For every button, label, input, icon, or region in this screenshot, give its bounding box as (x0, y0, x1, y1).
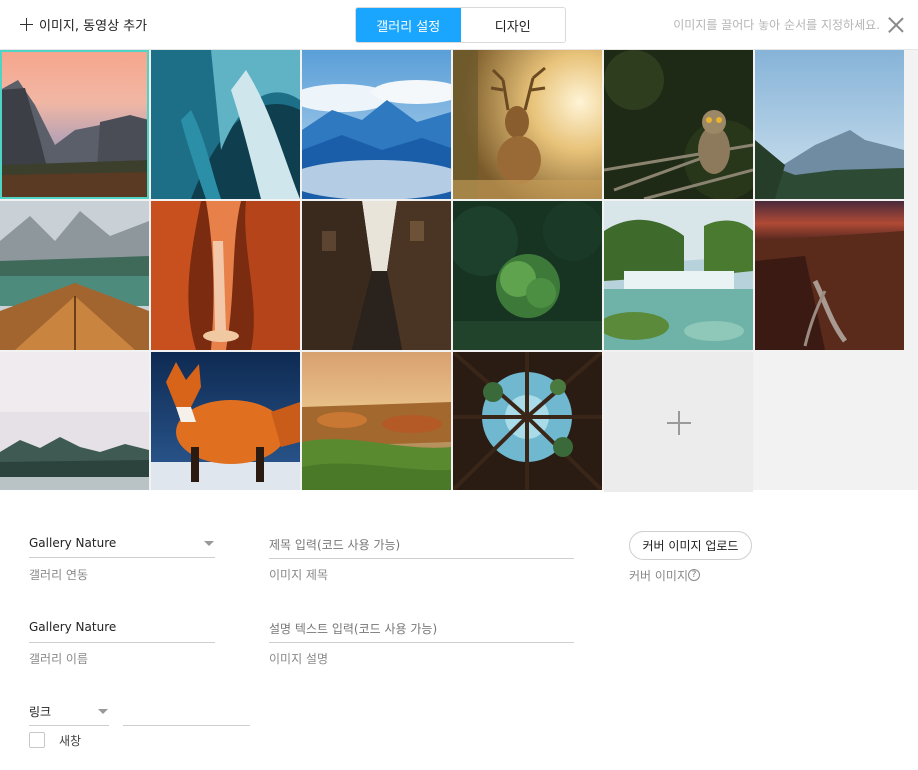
image-title-input[interactable]: 제목 입력(코드 사용 가능) (269, 530, 574, 560)
add-media-label: 이미지, 동영상 추가 (39, 18, 148, 34)
add-media-button[interactable]: 이미지, 동영상 추가 (20, 13, 147, 35)
plus-icon (20, 17, 33, 31)
cover-image-caption: 커버 이미지 (629, 569, 689, 583)
photo-trees-from-below[interactable] (453, 352, 602, 490)
cover-upload-button[interactable]: 커버 이미지 업로드 (629, 531, 752, 560)
gallery-name-field[interactable]: Gallery Nature (29, 614, 215, 644)
photo-red-fox[interactable] (151, 352, 300, 490)
chevron-down-icon (204, 541, 214, 546)
link-type-select[interactable]: 링크 (29, 697, 109, 727)
reorder-hint: 이미지를 끌어다 놓아 순서를 지정하세요. (673, 18, 880, 32)
photo-lake-boat[interactable] (0, 201, 149, 350)
tab-gallery-settings[interactable]: 갤러리 설정 (356, 8, 461, 42)
gallery-name-caption: 갤러리 이름 (29, 652, 89, 666)
photo-waterfall[interactable] (604, 201, 753, 350)
image-description-placeholder: 설명 텍스트 입력(코드 사용 가능) (269, 622, 438, 636)
gallery-link-caption: 갤러리 연동 (29, 568, 89, 582)
close-icon[interactable] (888, 17, 904, 33)
photo-deer-sunlight[interactable] (453, 50, 602, 199)
link-type-value: 링크 (29, 705, 52, 719)
photo-autumn-village[interactable] (302, 352, 451, 490)
gallery-link-value: Gallery Nature (29, 536, 117, 550)
chevron-down-icon (98, 709, 108, 714)
photo-misty-forest[interactable] (0, 352, 149, 490)
view-tabs: 갤러리 설정 디자인 (355, 7, 566, 43)
photo-antelope-canyon[interactable] (151, 201, 300, 350)
photo-green-plant[interactable] (453, 201, 602, 350)
image-grid (0, 50, 918, 492)
plus-icon (667, 411, 691, 435)
photo-yosemite-sunset[interactable] (0, 50, 149, 199)
top-bar: 이미지, 동영상 추가 갤러리 설정 디자인 이미지를 끌어다 놓아 순서를 지… (0, 0, 918, 50)
photo-canyon-dusk[interactable] (755, 201, 904, 350)
help-icon[interactable]: ? (688, 569, 700, 581)
add-image-tile[interactable] (604, 352, 753, 492)
photo-mountain-lake[interactable] (755, 50, 904, 199)
new-window-checkbox[interactable] (29, 732, 45, 748)
gallery-link-select[interactable]: Gallery Nature (29, 530, 215, 560)
image-title-caption: 이미지 제목 (269, 568, 329, 582)
photo-owl-branch[interactable] (604, 50, 753, 199)
tab-design[interactable]: 디자인 (460, 8, 565, 42)
photo-narrow-alley[interactable] (302, 201, 451, 350)
photo-ice-cave[interactable] (151, 50, 300, 199)
link-url-input[interactable] (123, 697, 250, 727)
new-window-label: 새창 (59, 734, 82, 748)
image-title-placeholder: 제목 입력(코드 사용 가능) (269, 538, 401, 552)
image-description-input[interactable]: 설명 텍스트 입력(코드 사용 가능) (269, 614, 574, 644)
gallery-name-value: Gallery Nature (29, 620, 117, 634)
image-description-caption: 이미지 설명 (269, 652, 329, 666)
photo-blue-mountains-clouds[interactable] (302, 50, 451, 199)
